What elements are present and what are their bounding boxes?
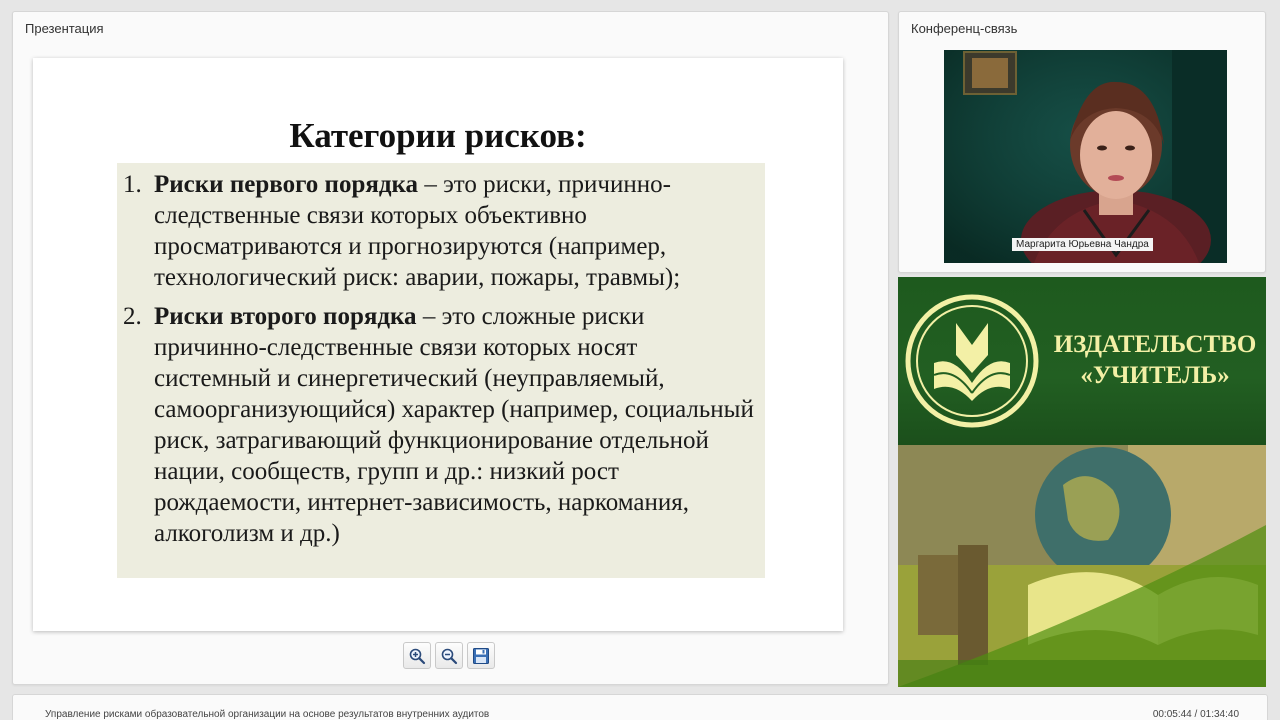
publisher-name: ИЗДАТЕЛЬСТВО «УЧИТЕЛЬ» <box>1050 329 1260 391</box>
item-text: – это сложные риски причинно-следственны… <box>154 303 754 547</box>
risk-item-first-order: 1. Риски первого порядка – это риски, пр… <box>123 169 757 293</box>
banner-photo <box>898 445 1266 687</box>
bottom-bar: Управление рисками образовательной орган… <box>12 694 1268 720</box>
publisher-name-line1: ИЗДАТЕЛЬСТВО <box>1053 331 1257 358</box>
speaker-video[interactable]: Маргарита Юрьевна Чандра <box>944 50 1227 263</box>
zoom-out-button[interactable] <box>435 642 463 669</box>
slide: Категории рисков: 1. Риски первого поряд… <box>33 58 843 631</box>
item-term: Риски второго порядка <box>154 303 417 330</box>
presentation-panel-title: Презентация <box>25 21 104 36</box>
publisher-banner: ИЗДАТЕЛЬСТВО «УЧИТЕЛЬ» <box>898 277 1266 687</box>
risk-list: 1. Риски первого порядка – это риски, пр… <box>123 169 757 549</box>
books-globe-image <box>898 445 1266 687</box>
conference-panel-title: Конференц-связь <box>911 21 1018 36</box>
risk-item-second-order: 2. Риски второго порядка – это сложные р… <box>123 301 757 549</box>
speaker-name-tag: Маргарита Юрьевна Чандра <box>1012 238 1153 251</box>
zoom-out-icon <box>441 648 458 664</box>
item-number: 1. <box>123 171 142 198</box>
zoom-in-icon <box>409 648 426 664</box>
publisher-logo-icon <box>905 294 1039 428</box>
item-number: 2. <box>123 303 142 330</box>
banner-top: ИЗДАТЕЛЬСТВО «УЧИТЕЛЬ» <box>898 277 1266 445</box>
slide-toolbar <box>403 642 495 669</box>
zoom-in-button[interactable] <box>403 642 431 669</box>
slide-heading: Категории рисков: <box>289 116 587 155</box>
course-title: Управление рисками образовательной орган… <box>45 709 490 720</box>
floppy-disk-icon <box>473 647 489 664</box>
publisher-name-line2: «УЧИТЕЛЬ» <box>1080 362 1230 389</box>
save-button[interactable] <box>467 642 495 669</box>
presentation-panel: Презентация Категории рисков: 1. Риски п… <box>12 11 889 685</box>
item-term: Риски первого порядка <box>154 171 419 198</box>
playback-time: 00:05:44 / 01:34:40 <box>1152 709 1239 720</box>
conference-panel: Конференц-связь Маргарита Юрьевна Чандра <box>898 11 1266 273</box>
speaker-video-frame <box>944 50 1227 263</box>
slide-content-box: 1. Риски первого порядка – это риски, пр… <box>117 163 765 578</box>
